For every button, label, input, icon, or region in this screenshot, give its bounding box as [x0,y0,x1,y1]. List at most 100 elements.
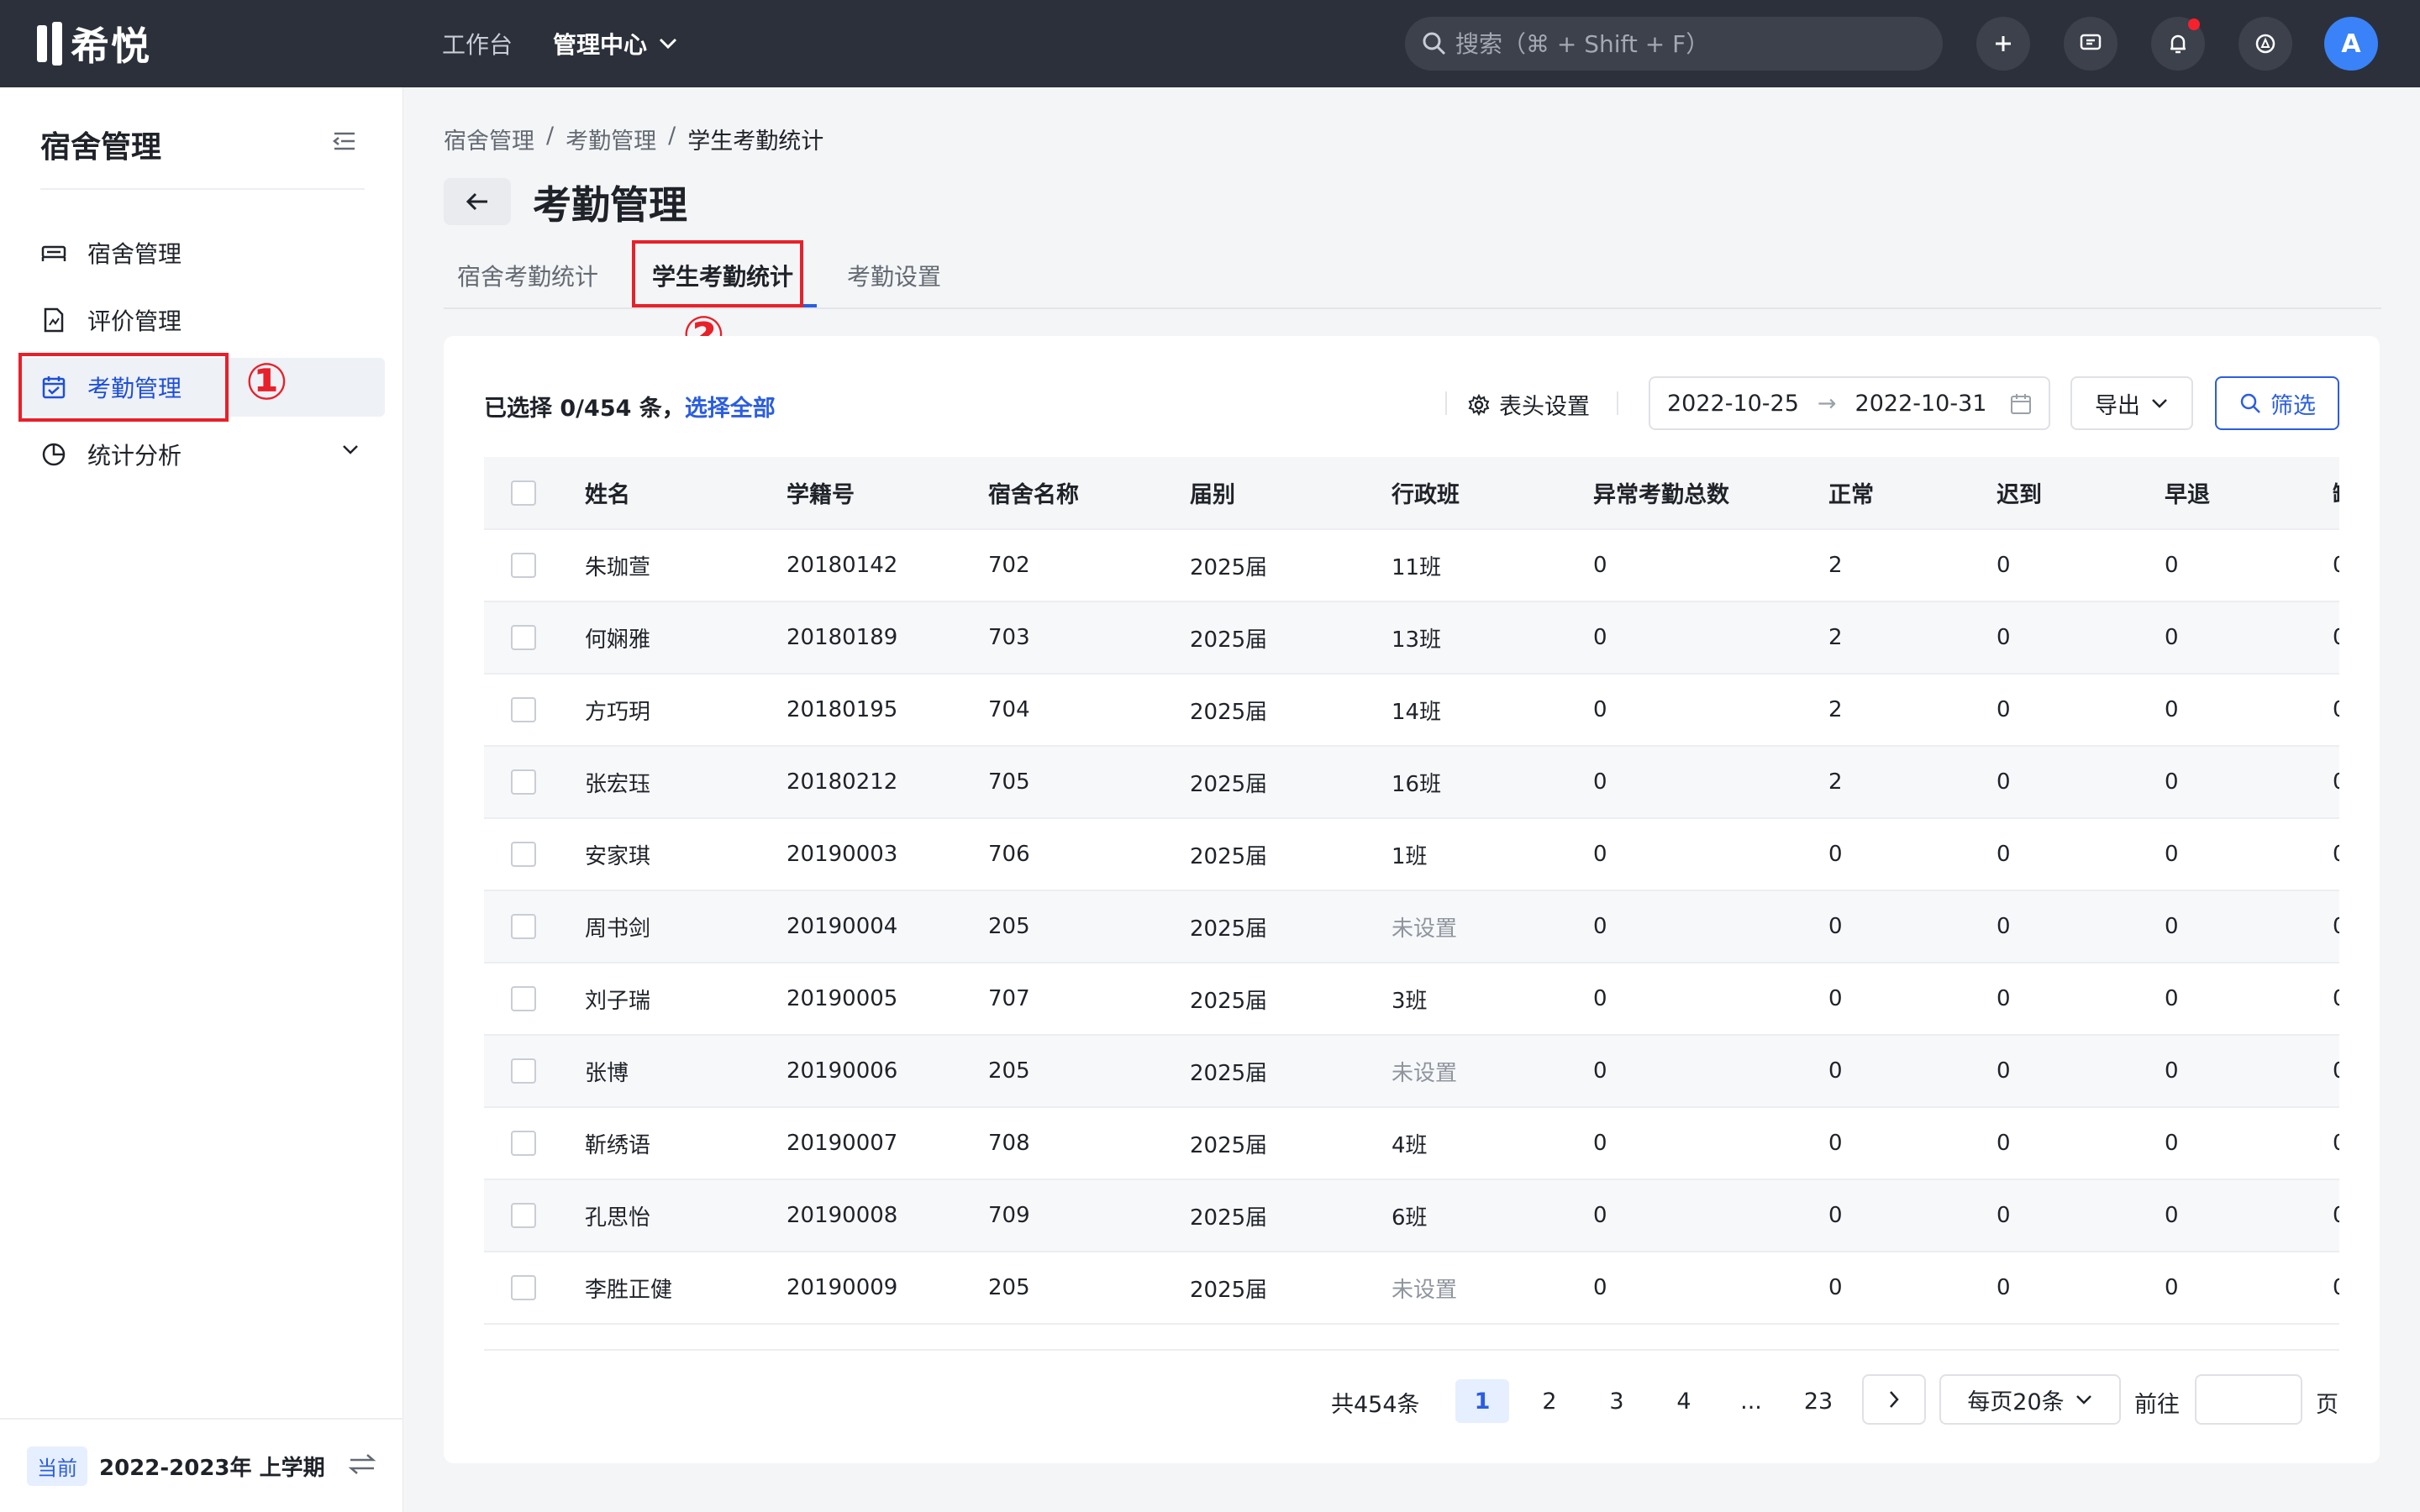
table-row[interactable]: 朱珈萱 20180142 702 2025届 11班 0 2 0 0 0 [484,529,2339,601]
select-all-link[interactable]: 选择全部 [685,396,776,422]
search-icon [2240,393,2260,413]
export-button[interactable]: 导出 [2070,376,2193,430]
table-header-row: 姓名 学籍号 宿舍名称 届别 行政班 异常考勤总数 正常 迟到 早退 缺 [484,457,2339,530]
page-ellipsis[interactable]: ... [1724,1379,1778,1423]
notifications-button[interactable] [2151,17,2205,71]
cell-late: 0 [1996,769,2011,795]
table-row[interactable]: 刘子瑞 20190005 707 2025届 3班 0 0 0 0 0 [484,963,2339,1035]
cell-early-leave: 0 [2165,1275,2179,1300]
user-avatar[interactable]: A [2324,17,2378,71]
evaluation-doc-icon [40,307,67,333]
plus-icon [1996,36,2011,51]
table-row[interactable]: 靳绣语 20190007 708 2025届 4班 0 0 0 0 0 [484,1107,2339,1179]
row-checkbox[interactable] [511,914,536,939]
breadcrumb-item[interactable]: 考勤管理 [566,123,656,155]
messages-button[interactable] [2064,17,2118,71]
column-header-normal[interactable]: 正常 [1828,457,1996,530]
collapse-sidebar-icon[interactable] [329,126,360,156]
table-row[interactable]: 周书剑 20190004 205 2025届 未设置 0 0 0 0 0 [484,890,2339,963]
next-page-button[interactable] [1862,1374,1926,1425]
filter-button[interactable]: 筛选 [2215,376,2339,430]
search-input[interactable] [1455,29,1926,58]
column-settings-button[interactable]: 表头设置 [1467,388,1590,421]
row-checkbox[interactable] [511,769,536,795]
row-checkbox[interactable] [511,553,536,578]
date-start[interactable]: 2022-10-25 [1667,391,1799,417]
bell-icon [2170,34,2186,54]
row-checkbox[interactable] [511,1131,536,1156]
sidebar-item-evaluation[interactable]: 评价管理 [20,291,385,349]
row-checkbox[interactable] [511,1275,536,1300]
back-button[interactable] [444,178,511,225]
select-all-checkbox[interactable] [511,480,536,506]
nav-management-center[interactable]: 管理中心 [553,27,677,60]
cell-class: 16班 [1392,771,1442,797]
cell-student-id: 20190008 [786,1203,898,1228]
page-size-select[interactable]: 每页20条 [1939,1374,2121,1425]
total-count: 共454条 [1331,1392,1420,1418]
date-range-picker[interactable]: 2022-10-25 → 2022-10-31 [1649,376,2050,430]
cell-abnormal-total: 0 [1593,1275,1607,1300]
breadcrumb-item[interactable]: 宿舍管理 [444,123,534,155]
search-box[interactable] [1405,17,1943,71]
page-button[interactable]: 4 [1657,1379,1711,1423]
cell-dorm-name: 205 [988,1275,1030,1300]
row-checkbox[interactable] [511,697,536,722]
table-row[interactable]: 安家琪 20190003 706 2025届 1班 0 0 0 0 0 [484,818,2339,890]
app-logo[interactable]: 希悦 [37,20,151,69]
page-suffix: 页 [2316,1392,2338,1418]
cell-early-leave: 0 [2165,1203,2179,1228]
cell-name: 靳绣语 [585,1132,651,1158]
table-row[interactable]: 李胜正健 20190009 205 2025届 未设置 0 0 0 0 0 [484,1252,2339,1324]
page-button[interactable]: 2 [1523,1379,1576,1423]
date-range-arrow: → [1817,390,1837,417]
breadcrumb: 宿舍管理 / 考勤管理 / 学生考勤统计 [444,123,823,155]
table-row[interactable]: 方巧玥 20180195 704 2025届 14班 0 2 0 0 0 [484,674,2339,746]
divider [1617,391,1618,415]
goto-page-input[interactable] [2195,1374,2302,1425]
page-button[interactable]: 23 [1791,1379,1845,1423]
sidebar-item-statistics[interactable]: 统计分析 [20,425,385,484]
tab-dorm-attendance-stats[interactable]: 宿舍考勤统计 [457,259,598,292]
page-button[interactable]: 1 [1455,1379,1509,1423]
table-row[interactable]: 张博 20190006 205 2025届 未设置 0 0 0 0 0 [484,1035,2339,1107]
table-row[interactable]: 张宏珏 20180212 705 2025届 16班 0 2 0 0 0 [484,746,2339,818]
table-row[interactable]: 何娴雅 20180189 703 2025届 13班 0 2 0 0 0 [484,601,2339,674]
row-checkbox[interactable] [511,1203,536,1228]
column-header-early-leave[interactable]: 早退 [2165,457,2333,530]
nav-workbench[interactable]: 工作台 [442,27,513,60]
page-button[interactable]: 3 [1590,1379,1644,1423]
chevron-down-icon [343,445,358,454]
semester-switcher[interactable]: 当前 2022-2023年 上学期 [0,1418,403,1512]
checkbox-cell [484,1107,585,1179]
swap-icon[interactable] [348,1452,376,1477]
sidebar-item-dorm[interactable]: 宿舍管理 [20,223,385,282]
column-header-label: 宿舍名称 [988,482,1079,508]
cell-late: 0 [1996,1275,2011,1300]
cell-class: 6班 [1392,1205,1428,1231]
cell-student-id: 20190003 [786,842,898,867]
cell-class: 3班 [1392,988,1428,1014]
column-header-name[interactable]: 姓名 [585,457,786,530]
tab-attendance-settings[interactable]: 考勤设置 [847,259,941,292]
row-checkbox[interactable] [511,625,536,650]
app-center-button[interactable] [2238,17,2292,71]
cell-class: 未设置 [1392,1060,1458,1086]
row-checkbox[interactable] [511,1058,536,1084]
cell-normal: 0 [1828,1203,1843,1228]
annotation-box-2 [632,240,803,307]
cell-name: 周书剑 [585,916,651,942]
date-end[interactable]: 2022-10-31 [1855,391,1987,417]
cell-student-id: 20190005 [786,986,898,1011]
sidebar-item-label: 宿舍管理 [87,240,182,268]
table-row[interactable]: 孔思怡 20190008 709 2025届 6班 0 0 0 0 0 [484,1179,2339,1252]
row-checkbox[interactable] [511,842,536,867]
bed-icon [40,239,67,266]
column-header-student-id[interactable]: 学籍号 [786,457,988,530]
add-button[interactable] [1976,17,2030,71]
cell-name: 刘子瑞 [585,988,651,1014]
row-checkbox[interactable] [511,986,536,1011]
column-header-late[interactable]: 迟到 [1996,457,2165,530]
column-header-abnormal-total[interactable]: 异常考勤总数 [1593,457,1828,530]
cell-early-leave: 0 [2165,1131,2179,1156]
